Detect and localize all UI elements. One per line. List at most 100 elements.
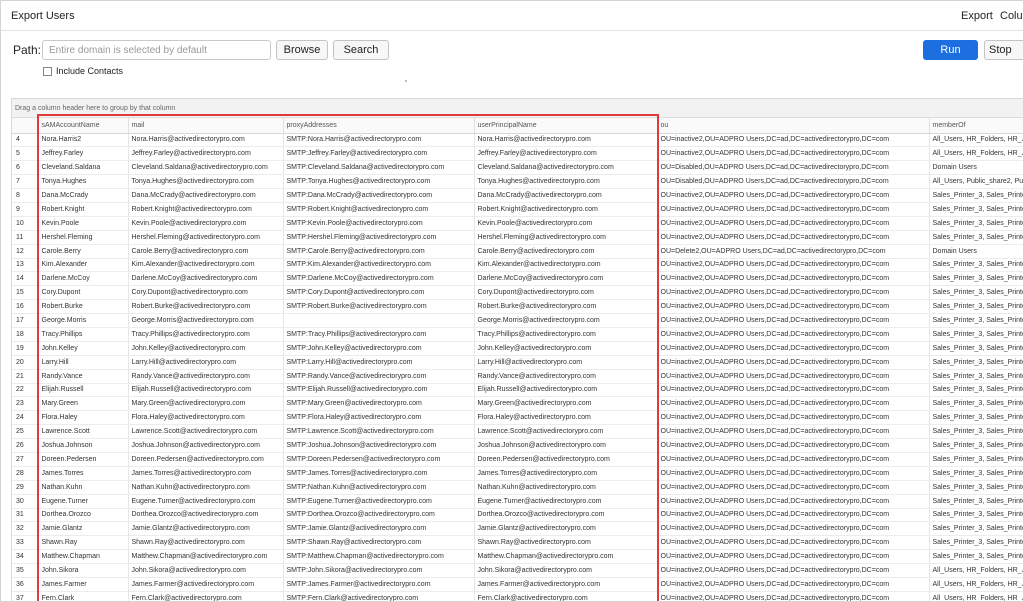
cell-proxyaddresses[interactable]: SMTP:Mary.Green@activedirectorypro.com (283, 396, 475, 412)
cell-samaccountname[interactable]: Darlene.McCoy (38, 271, 129, 287)
cell-ou[interactable]: OU=inactive2,OU=ADPRO Users,DC=ad,DC=act… (657, 202, 930, 217)
cell-userprincipalname[interactable]: Lawrence.Scott@activedirectorypro.com (474, 424, 658, 440)
table-row[interactable]: 20 Larry.Hill Larry.Hill@activedirectorypr… (12, 355, 1023, 370)
table-row[interactable]: 24 Flora.Haley Flora.Haley@activedirectory… (12, 410, 1023, 426)
cell-row-number[interactable]: 18 (12, 327, 39, 342)
cell-userprincipalname[interactable]: Eugene.Turner@activedirectorypro.com (474, 494, 658, 509)
table-row[interactable]: 5 Jeffrey.Farley Jeffrey.Farley@activedire… (12, 146, 1023, 162)
cell-ou[interactable]: OU=inactive2,OU=ADPRO Users,DC=ad,DC=act… (657, 383, 930, 398)
cell-memberof[interactable]: Sales_Printer_3, Sales_Printe (929, 216, 1023, 231)
cell-row-number[interactable]: 9 (12, 202, 39, 217)
cell-memberof[interactable]: Sales_Printer_3, Sales_Printe (929, 396, 1023, 412)
cell-mail[interactable]: Matthew.Chapman@activedirectorypro.com (128, 549, 284, 565)
cell-ou[interactable]: OU=inactive2,OU=ADPRO Users,DC=ad,DC=act… (657, 230, 930, 245)
cell-samaccountname[interactable]: Robert.Knight (38, 202, 129, 217)
table-row[interactable]: 4 Nora.Harris2 Nora.Harris@activedirectory… (12, 133, 1023, 148)
cell-proxyaddresses[interactable]: SMTP:John.Kelley@activedirectorypro.com (283, 341, 475, 356)
table-row[interactable]: 32 Jamie.Glantz Jamie.Glantz@activedirecto… (12, 521, 1023, 537)
cell-row-number[interactable]: 6 (12, 160, 39, 176)
cell-memberof[interactable]: All_Users, HR_Folders, HR_Jo (929, 591, 1023, 601)
column-header-rownum[interactable] (12, 118, 39, 134)
cell-userprincipalname[interactable]: Shawn.Ray@activedirectorypro.com (474, 535, 658, 551)
search-button[interactable]: Search (333, 40, 389, 60)
cell-row-number[interactable]: 5 (12, 146, 39, 162)
cell-userprincipalname[interactable]: Mary.Green@activedirectorypro.com (474, 396, 658, 412)
cell-userprincipalname[interactable]: Elijah.Russell@activedirectorypro.com (474, 383, 658, 398)
cell-proxyaddresses[interactable]: SMTP:Cleveland.Saldana@activedirectorypr… (283, 160, 475, 176)
table-row[interactable]: 9 Robert.Knight Robert.Knight@activedirect… (12, 202, 1023, 217)
include-contacts-option[interactable]: Include Contacts (43, 66, 123, 76)
cell-samaccountname[interactable]: Hershel.Fleming (38, 230, 129, 245)
column-header-mail[interactable]: mail (128, 118, 284, 134)
table-row[interactable]: 19 John.Kelley John.Kelley@activedirectory… (12, 341, 1023, 356)
table-row[interactable]: 6 Cleveland.Saldana Cleveland.Saldana@acti… (12, 160, 1023, 176)
table-row[interactable]: 37 Fern.Clark Fern.Clark@activedirectorypr… (12, 591, 1023, 601)
column-header-proxyaddresses[interactable]: proxyAddresses (283, 118, 475, 134)
stop-button[interactable]: Stop (984, 40, 1023, 60)
cell-memberof[interactable]: Domain Users (929, 160, 1023, 176)
table-row[interactable]: 21 Randy.Vance Randy.Vance@activedirectory… (12, 369, 1023, 384)
cell-row-number[interactable]: 7 (12, 174, 39, 190)
cell-row-number[interactable]: 23 (12, 396, 39, 412)
cell-memberof[interactable]: Sales_Printer_3, Sales_Printe (929, 521, 1023, 537)
table-row[interactable]: 36 James.Farmer James.Farmer@activedirecto… (12, 577, 1023, 592)
cell-userprincipalname[interactable]: Carole.Berry@activedirectorypro.com (474, 244, 658, 259)
cell-row-number[interactable]: 28 (12, 466, 39, 481)
cell-proxyaddresses[interactable]: SMTP:Carole.Berry@activedirectorypro.com (283, 244, 475, 259)
cell-userprincipalname[interactable]: Flora.Haley@activedirectorypro.com (474, 410, 658, 426)
cell-memberof[interactable]: Sales_Printer_3, Sales_Printe (929, 508, 1023, 523)
cell-row-number[interactable]: 17 (12, 313, 39, 328)
cell-ou[interactable]: OU=inactive2,OU=ADPRO Users,DC=ad,DC=act… (657, 396, 930, 412)
table-row[interactable]: 25 Lawrence.Scott Lawrence.Scott@activedir… (12, 424, 1023, 440)
table-row[interactable]: 35 John.Sikora John.Sikora@activedirectory… (12, 563, 1023, 578)
cell-ou[interactable]: OU=inactive2,OU=ADPRO Users,DC=ad,DC=act… (657, 327, 930, 342)
cell-userprincipalname[interactable]: Robert.Burke@activedirectorypro.com (474, 299, 658, 315)
group-by-panel[interactable]: Drag a column header here to group by th… (12, 99, 1023, 118)
cell-memberof[interactable]: Sales_Printer_3, Sales_Printe (929, 271, 1023, 287)
cell-samaccountname[interactable]: Cory.Dupont (38, 285, 129, 301)
cell-ou[interactable]: OU=inactive2,OU=ADPRO Users,DC=ad,DC=act… (657, 299, 930, 315)
table-row[interactable]: 31 Dorthea.Orozco Dorthea.Orozco@activedir… (12, 508, 1023, 523)
cell-samaccountname[interactable]: Eugene.Turner (38, 494, 129, 509)
cell-samaccountname[interactable]: John.Kelley (38, 341, 129, 356)
cell-ou[interactable]: OU=inactive2,OU=ADPRO Users,DC=ad,DC=act… (657, 341, 930, 356)
cell-samaccountname[interactable]: Lawrence.Scott (38, 424, 129, 440)
cell-userprincipalname[interactable]: Larry.Hill@activedirectorypro.com (474, 355, 658, 370)
cell-memberof[interactable]: Sales_Printer_3, Sales_Printe (929, 424, 1023, 440)
cell-proxyaddresses[interactable]: SMTP:Matthew.Chapman@activedirectorypro.… (283, 549, 475, 565)
table-row[interactable]: 15 Cory.Dupont Cory.Dupont@activedirectory… (12, 285, 1023, 301)
cell-ou[interactable]: OU=inactive2,OU=ADPRO Users,DC=ad,DC=act… (657, 271, 930, 287)
cell-mail[interactable]: John.Kelley@activedirectorypro.com (128, 341, 284, 356)
cell-ou[interactable]: OU=inactive2,OU=ADPRO Users,DC=ad,DC=act… (657, 216, 930, 231)
cell-row-number[interactable]: 13 (12, 258, 39, 273)
cell-row-number[interactable]: 30 (12, 494, 39, 509)
cell-samaccountname[interactable]: Jamie.Glantz (38, 521, 129, 537)
cell-row-number[interactable]: 11 (12, 230, 39, 245)
table-row[interactable]: 8 Dana.McCrady Dana.McCrady@activedirector… (12, 188, 1023, 203)
cell-row-number[interactable]: 14 (12, 271, 39, 287)
cell-mail[interactable]: Jamie.Glantz@activedirectorypro.com (128, 521, 284, 537)
table-row[interactable]: 29 Nathan.Kuhn Nathan.Kuhn@activedirectory… (12, 480, 1023, 495)
cell-row-number[interactable]: 15 (12, 285, 39, 301)
cell-userprincipalname[interactable]: Tracy.Phillips@activedirectorypro.com (474, 327, 658, 342)
cell-row-number[interactable]: 31 (12, 508, 39, 523)
column-header-ou[interactable]: ou (657, 118, 930, 134)
cell-userprincipalname[interactable]: Fern.Clark@activedirectorypro.com (474, 591, 658, 601)
cell-mail[interactable]: Elijah.Russell@activedirectorypro.com (128, 383, 284, 398)
cell-userprincipalname[interactable]: Joshua.Johnson@activedirectorypro.com (474, 438, 658, 453)
cell-samaccountname[interactable]: Doreen.Pedersen (38, 452, 129, 467)
run-button[interactable]: Run (923, 40, 978, 60)
cell-ou[interactable]: OU=inactive2,OU=ADPRO Users,DC=ad,DC=act… (657, 535, 930, 551)
cell-samaccountname[interactable]: Robert.Burke (38, 299, 129, 315)
cell-proxyaddresses[interactable]: SMTP:Elijah.Russell@activedirectorypro.c… (283, 383, 475, 398)
cell-memberof[interactable]: Sales_Printer_3, Sales_Printe (929, 355, 1023, 370)
cell-ou[interactable]: OU=inactive2,OU=ADPRO Users,DC=ad,DC=act… (657, 577, 930, 592)
cell-userprincipalname[interactable]: James.Torres@activedirectorypro.com (474, 466, 658, 481)
cell-mail[interactable]: Darlene.McCoy@activedirectorypro.com (128, 271, 284, 287)
cell-proxyaddresses[interactable]: SMTP:Robert.Burke@activedirectorypro.com (283, 299, 475, 315)
cell-userprincipalname[interactable]: Dana.McCrady@activedirectorypro.com (474, 188, 658, 203)
column-header-samaccountname[interactable]: sAMAccountName (38, 118, 129, 134)
cell-userprincipalname[interactable]: Cleveland.Saldana@activedirectorypro.com (474, 160, 658, 176)
cell-mail[interactable]: George.Morris@activedirectorypro.com (128, 313, 284, 328)
cell-samaccountname[interactable]: Randy.Vance (38, 369, 129, 384)
